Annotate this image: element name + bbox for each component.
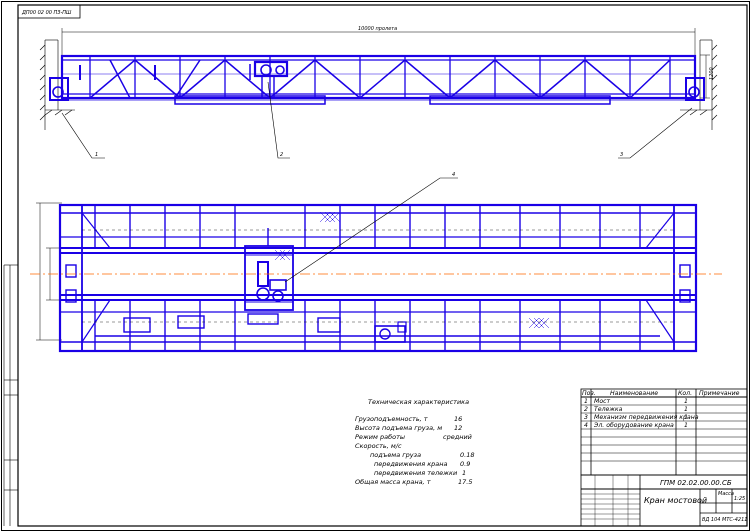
plan-dimension-left (36, 202, 62, 341)
table-header-pos: Поз. (582, 390, 596, 397)
tech-row-5-label: передвижения крана (374, 460, 448, 468)
tech-row-4-value: 0.18 (460, 451, 474, 459)
tech-row-7-label: Общая масса крана, т (355, 478, 431, 486)
table-header-name: Наименование (610, 390, 658, 397)
table-row-1-pos: 2 (584, 406, 588, 413)
wall-left (39, 39, 75, 130)
tech-row-1-value: 12 (454, 424, 462, 432)
title-name: Кран мостовой (644, 496, 707, 505)
table-row-2-pos: 3 (584, 414, 588, 421)
tech-row-5-value: 0.9 (460, 460, 470, 468)
callout-4: 4 (452, 172, 455, 178)
callout-3: 3 (620, 152, 623, 158)
table-header-qty: Кол. (678, 390, 692, 397)
span-dimension-label: 10000 пролета (358, 26, 397, 32)
title-sheet-label: Масса (718, 491, 734, 497)
tech-row-3-label: Скорость, м/с (355, 442, 402, 450)
table-row-0-qty: 1 (684, 398, 688, 405)
tech-row-2-label: Режим работы (355, 433, 405, 441)
title-code: ГПМ 02.02.00.00.СБ (660, 479, 732, 487)
top-stamp-text: ДП00 02 00 ПЗ-ПШ (21, 10, 72, 16)
tech-row-7-value: 17.5 (458, 478, 472, 486)
tech-row-6-label: передвижения тележки (374, 469, 457, 477)
table-row-3-name: Эл. оборудование крана (593, 421, 674, 429)
table-row-1-qty: 1 (684, 406, 688, 413)
table-row-1-name: Тележка (594, 406, 623, 413)
tech-spec-title: Техническая характеристика (368, 398, 469, 406)
table-row-0-name: Мост (594, 398, 611, 405)
hatch-patches (274, 211, 550, 329)
parts-table: Поз. Наименование Кол. Примечание 1 Мост… (580, 388, 748, 476)
plan-view: 4 (30, 172, 722, 353)
bridge-plan (58, 203, 698, 353)
title-scale: 1:25 (734, 496, 745, 502)
table-row-2-qty: 1 (684, 414, 688, 421)
table-row-0-pos: 1 (584, 398, 588, 405)
tech-row-1-label: Высота подъема груза, м (355, 424, 442, 432)
title-block: ГПМ 02.02.00.00.СБ Кран мостовой Масса 1… (580, 474, 747, 527)
tech-row-2-value: средний (443, 433, 472, 441)
elevation-view: 10000 пролета 1200 1 2 3 (39, 26, 718, 159)
callout-2: 2 (280, 152, 283, 158)
table-header-note: Примечание (699, 390, 740, 397)
tech-row-6-value: 1 (462, 469, 466, 477)
table-row-3-qty: 1 (684, 422, 688, 429)
crane-drawing: ДП00 02 00 ПЗ-ПШ 10000 пролета 1200 1 2 … (1, 1, 750, 531)
tech-spec: Техническая характеристика Грузоподъемно… (355, 398, 474, 486)
span-dimension (61, 28, 696, 55)
tech-row-4-label: подъема груза (370, 451, 421, 459)
table-row-3-pos: 4 (584, 422, 588, 429)
tech-row-0-label: Грузоподъемность, т (355, 415, 428, 423)
callout-1: 1 (95, 152, 98, 158)
bridge-truss (49, 54, 705, 105)
height-dimension-label: 1200 (709, 67, 715, 80)
left-margin-strips (3, 264, 18, 526)
title-group: ВД 104 МТС-4211 (702, 517, 747, 523)
tech-row-0-value: 16 (454, 415, 462, 423)
